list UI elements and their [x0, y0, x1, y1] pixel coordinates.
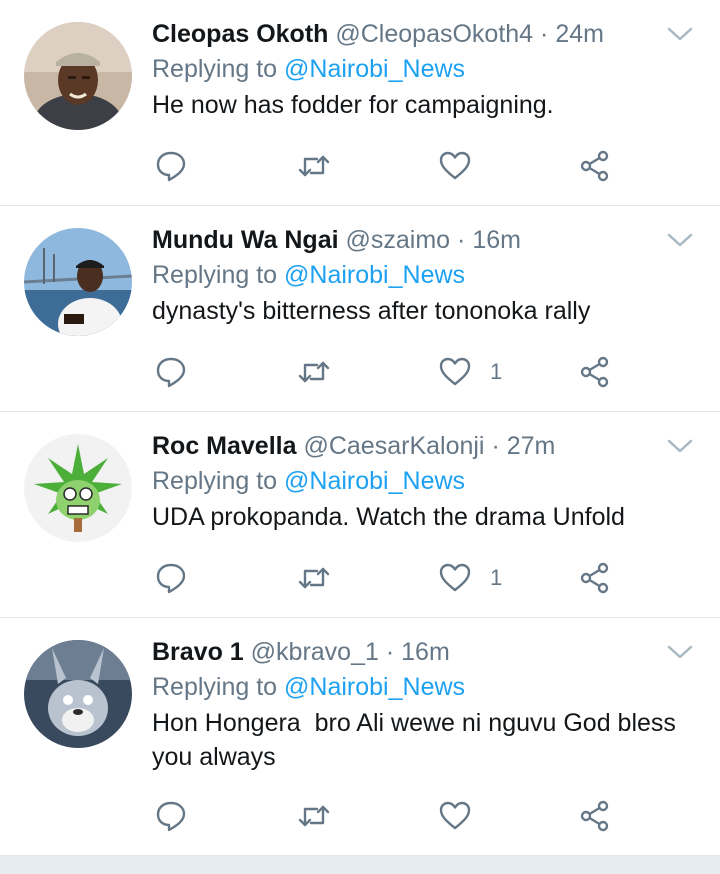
retweet-icon	[298, 567, 330, 589]
like-count: 1	[490, 565, 503, 590]
tweet-text: UDA prokopanda. Watch the drama Unfold	[152, 503, 625, 531]
reply-icon	[156, 151, 186, 182]
display-name[interactable]: Bravo 1	[152, 638, 244, 666]
tweet-content: Bravo 1 @kbravo_1 · 16m Replying to @Nai…	[152, 636, 680, 774]
user-handle[interactable]: @CaesarKalonji	[303, 432, 484, 460]
like-button[interactable]	[438, 796, 490, 836]
replying-to-line: Replying to @Nairobi_News	[152, 52, 680, 86]
tweet-card[interactable]: Roc Mavella @CaesarKalonji · 27m Replyin…	[0, 412, 720, 618]
tweet-actions	[152, 796, 620, 836]
chevron-down-icon[interactable]	[666, 230, 694, 250]
retweet-icon	[298, 805, 330, 827]
heart-icon	[439, 357, 471, 386]
mention-link[interactable]: @Nairobi_News	[284, 55, 465, 83]
replying-to-line: Replying to @Nairobi_News	[152, 464, 680, 498]
like-button[interactable]: 1	[438, 558, 502, 598]
reply-icon	[156, 801, 186, 832]
heart-icon	[439, 801, 471, 830]
separator-dot: ·	[540, 20, 549, 48]
replying-to-label: Replying to	[152, 261, 285, 289]
display-name[interactable]: Mundu Wa Ngai	[152, 226, 339, 254]
timestamp[interactable]: 16m	[401, 638, 450, 666]
retweet-button[interactable]	[297, 146, 331, 186]
replying-to-label: Replying to	[152, 673, 285, 701]
tweet-text: dynasty's bitterness after tononoka rall…	[152, 297, 591, 325]
user-handle[interactable]: @kbravo_1	[251, 638, 379, 666]
retweet-icon	[298, 361, 330, 383]
tweet-card[interactable]: Bravo 1 @kbravo_1 · 16m Replying to @Nai…	[0, 618, 720, 856]
reply-icon	[156, 563, 186, 594]
separator-dot: ·	[491, 432, 500, 460]
share-button[interactable]	[578, 352, 612, 392]
reply-button[interactable]	[154, 146, 188, 186]
tweet-actions: 1	[152, 352, 620, 392]
feed-bottom-divider	[0, 856, 720, 874]
share-button[interactable]	[578, 796, 612, 836]
tweet-header: Bravo 1 @kbravo_1 · 16m	[152, 636, 680, 668]
retweet-button[interactable]	[297, 796, 331, 836]
like-button[interactable]: 1	[438, 352, 502, 392]
share-button[interactable]	[578, 146, 612, 186]
tweet-content: Cleopas Okoth @CleopasOkoth4 · 24m Reply…	[152, 18, 680, 122]
tweet-content: Roc Mavella @CaesarKalonji · 27m Replyin…	[152, 430, 680, 534]
retweet-button[interactable]	[297, 352, 331, 392]
replying-to-line: Replying to @Nairobi_News	[152, 258, 680, 292]
tweet-header: Mundu Wa Ngai @szaimo · 16m	[152, 224, 680, 256]
avatar[interactable]	[24, 228, 132, 336]
replying-to-label: Replying to	[152, 467, 285, 495]
avatar[interactable]	[24, 640, 132, 748]
timestamp[interactable]: 27m	[507, 432, 556, 460]
mention-link[interactable]: @Nairobi_News	[284, 673, 465, 701]
like-button[interactable]	[438, 146, 490, 186]
share-icon	[580, 150, 609, 182]
tweet-card[interactable]: Cleopas Okoth @CleopasOkoth4 · 24m Reply…	[0, 0, 720, 206]
reply-button[interactable]	[154, 352, 188, 392]
tweet-text: Hon Hongera bro Ali wewe ni nguvu God bl…	[152, 709, 683, 771]
display-name[interactable]: Roc Mavella	[152, 432, 297, 460]
chevron-down-icon[interactable]	[666, 24, 694, 44]
retweet-icon	[298, 155, 330, 177]
share-icon	[580, 562, 609, 594]
tweet-card[interactable]: Mundu Wa Ngai @szaimo · 16m Replying to …	[0, 206, 720, 412]
share-button[interactable]	[578, 558, 612, 598]
replying-to-line: Replying to @Nairobi_News	[152, 670, 680, 704]
tweet-header: Cleopas Okoth @CleopasOkoth4 · 24m	[152, 18, 680, 50]
timestamp[interactable]: 24m	[555, 20, 604, 48]
heart-icon	[439, 151, 471, 180]
reply-button[interactable]	[154, 796, 188, 836]
heart-icon	[439, 563, 471, 592]
reply-button[interactable]	[154, 558, 188, 598]
tweet-actions: 1	[152, 558, 620, 598]
separator-dot: ·	[385, 638, 395, 666]
tweet-header: Roc Mavella @CaesarKalonji · 27m	[152, 430, 680, 462]
separator-dot: ·	[457, 226, 466, 254]
share-icon	[580, 356, 609, 388]
reply-icon	[156, 357, 186, 388]
display-name[interactable]: Cleopas Okoth	[152, 20, 328, 48]
mention-link[interactable]: @Nairobi_News	[284, 467, 465, 495]
chevron-down-icon[interactable]	[666, 642, 694, 662]
chevron-down-icon[interactable]	[666, 436, 694, 456]
retweet-button[interactable]	[297, 558, 331, 598]
tweet-text: He now has fodder for campaigning.	[152, 91, 554, 119]
user-handle[interactable]: @CleopasOkoth4	[335, 20, 533, 48]
like-count: 1	[490, 359, 503, 384]
tweet-actions	[152, 146, 620, 186]
reply-feed: Cleopas Okoth @CleopasOkoth4 · 24m Reply…	[0, 0, 720, 874]
share-icon	[580, 800, 609, 832]
avatar[interactable]	[24, 22, 132, 130]
timestamp[interactable]: 16m	[472, 226, 521, 254]
tweet-content: Mundu Wa Ngai @szaimo · 16m Replying to …	[152, 224, 680, 328]
mention-link[interactable]: @Nairobi_News	[284, 261, 465, 289]
user-handle[interactable]: @szaimo	[346, 226, 451, 254]
replying-to-label: Replying to	[152, 55, 285, 83]
avatar[interactable]	[24, 434, 132, 542]
